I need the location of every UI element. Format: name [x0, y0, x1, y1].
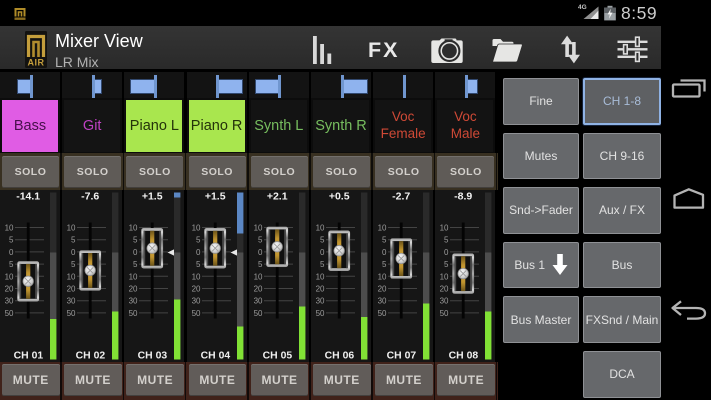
svg-text:10: 10 — [316, 272, 325, 281]
svg-text:30: 30 — [5, 296, 14, 305]
svg-text:5: 5 — [382, 235, 387, 244]
svg-text:20: 20 — [191, 284, 200, 293]
svg-text:30: 30 — [440, 296, 449, 305]
svg-text:20: 20 — [253, 284, 262, 293]
svg-text:10: 10 — [316, 223, 325, 232]
svg-text:20: 20 — [129, 284, 138, 293]
svg-text:10: 10 — [191, 272, 200, 281]
svg-text:5: 5 — [196, 235, 201, 244]
svg-text:50: 50 — [129, 308, 138, 317]
svg-text:CH 05: CH 05 — [262, 350, 292, 361]
svg-text:0: 0 — [133, 247, 138, 256]
svg-text:20: 20 — [440, 284, 449, 293]
svg-text:10: 10 — [67, 272, 76, 281]
svg-text:0: 0 — [9, 247, 14, 256]
svg-text:30: 30 — [191, 296, 200, 305]
svg-text:20: 20 — [378, 284, 387, 293]
svg-text:10: 10 — [67, 223, 76, 232]
svg-text:20: 20 — [5, 284, 14, 293]
svg-text:5: 5 — [71, 260, 76, 269]
svg-text:+0.5: +0.5 — [329, 190, 350, 202]
svg-text:5: 5 — [71, 235, 76, 244]
svg-text:CH 08: CH 08 — [449, 350, 479, 361]
svg-text:20: 20 — [316, 284, 325, 293]
svg-text:10: 10 — [378, 223, 387, 232]
svg-text:5: 5 — [133, 260, 138, 269]
svg-text:10: 10 — [5, 223, 14, 232]
svg-text:AIR: AIR — [28, 58, 45, 68]
svg-text:CH 01: CH 01 — [14, 350, 44, 361]
svg-text:-14.1: -14.1 — [16, 190, 40, 202]
svg-text:30: 30 — [129, 296, 138, 305]
svg-text:-8.9: -8.9 — [455, 190, 473, 202]
svg-text:5: 5 — [9, 235, 14, 244]
svg-text:10: 10 — [253, 272, 262, 281]
svg-text:0: 0 — [196, 247, 201, 256]
svg-text:50: 50 — [253, 308, 262, 317]
svg-text:5: 5 — [133, 235, 138, 244]
svg-text:50: 50 — [440, 308, 449, 317]
svg-text:10: 10 — [440, 223, 449, 232]
svg-text:5: 5 — [196, 260, 201, 269]
svg-text:10: 10 — [129, 223, 138, 232]
svg-text:0: 0 — [382, 247, 387, 256]
svg-text:0: 0 — [71, 247, 76, 256]
svg-text:30: 30 — [67, 296, 76, 305]
svg-text:+1.5: +1.5 — [142, 190, 163, 202]
svg-text:50: 50 — [378, 308, 387, 317]
svg-text:5: 5 — [9, 260, 14, 269]
svg-text:5: 5 — [258, 235, 263, 244]
svg-text:50: 50 — [5, 308, 14, 317]
svg-text:10: 10 — [5, 272, 14, 281]
svg-text:20: 20 — [67, 284, 76, 293]
svg-text:50: 50 — [67, 308, 76, 317]
svg-text:5: 5 — [444, 235, 449, 244]
svg-text:30: 30 — [316, 296, 325, 305]
svg-text:CH 07: CH 07 — [387, 350, 417, 361]
svg-text:CH 04: CH 04 — [200, 350, 230, 361]
svg-text:5: 5 — [382, 260, 387, 269]
svg-text:0: 0 — [320, 247, 325, 256]
svg-text:CH 06: CH 06 — [325, 350, 355, 361]
svg-text:+1.5: +1.5 — [204, 190, 225, 202]
svg-text:5: 5 — [258, 260, 263, 269]
svg-text:5: 5 — [320, 260, 325, 269]
svg-text:-7.6: -7.6 — [81, 190, 99, 202]
svg-text:30: 30 — [253, 296, 262, 305]
svg-text:CH 03: CH 03 — [138, 350, 168, 361]
svg-text:5: 5 — [320, 235, 325, 244]
svg-text:50: 50 — [316, 308, 325, 317]
svg-text:10: 10 — [440, 272, 449, 281]
svg-text:10: 10 — [253, 223, 262, 232]
svg-text:-2.7: -2.7 — [392, 190, 410, 202]
svg-text:10: 10 — [378, 272, 387, 281]
svg-text:5: 5 — [444, 260, 449, 269]
svg-text:50: 50 — [191, 308, 200, 317]
svg-text:+2.1: +2.1 — [267, 190, 288, 202]
svg-text:0: 0 — [444, 247, 449, 256]
svg-text:10: 10 — [129, 272, 138, 281]
svg-text:10: 10 — [191, 223, 200, 232]
svg-text:0: 0 — [258, 247, 263, 256]
svg-text:30: 30 — [378, 296, 387, 305]
svg-text:CH 02: CH 02 — [76, 350, 106, 361]
